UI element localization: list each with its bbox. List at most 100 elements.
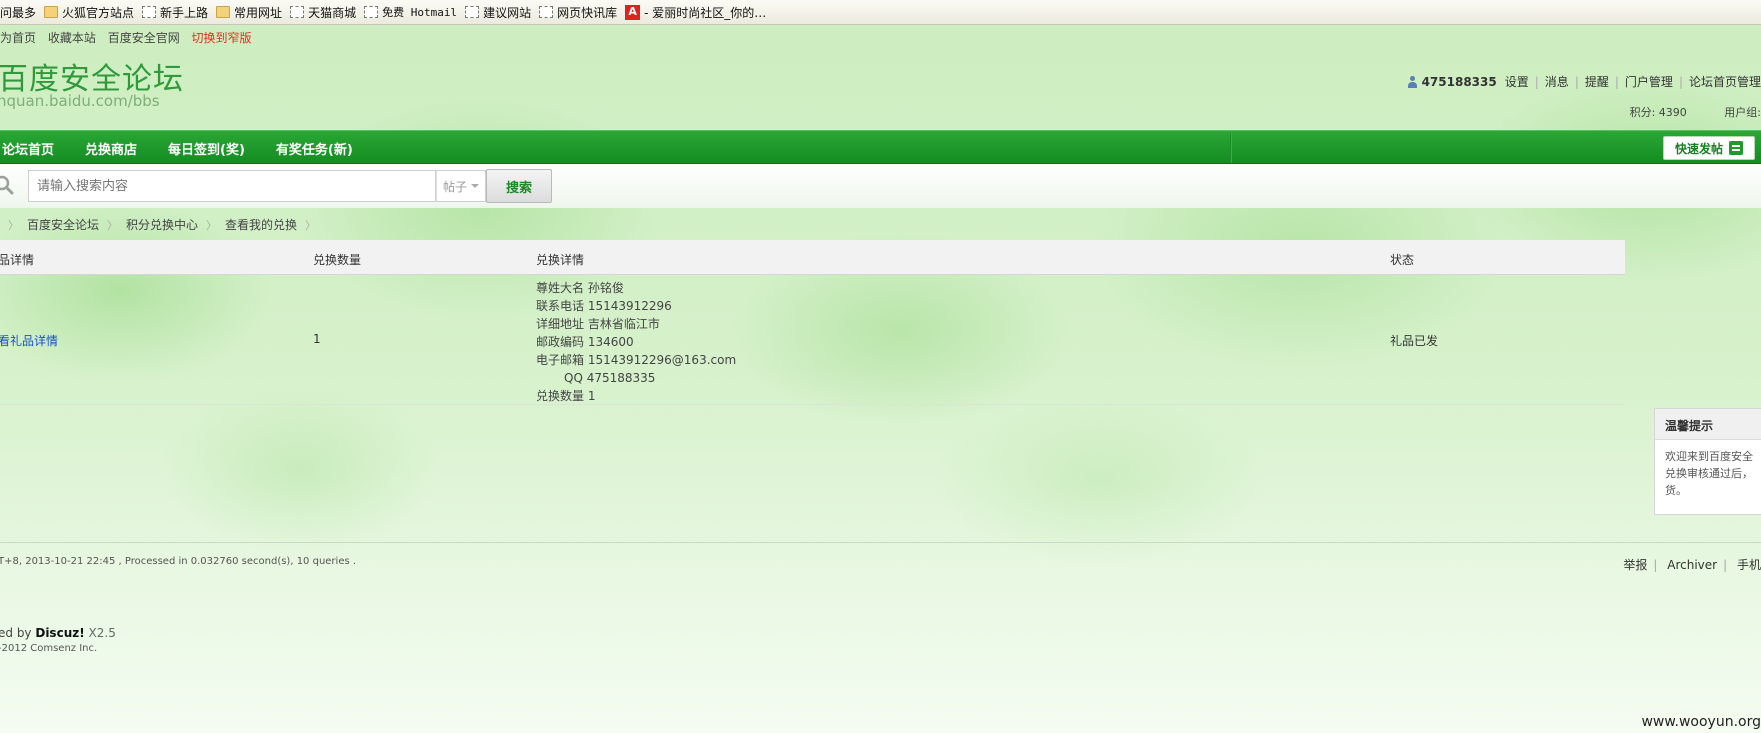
bookmark-item[interactable]: 新手上路: [142, 4, 208, 21]
user-credits: 积分: 4390 用户组:: [1596, 104, 1761, 120]
bookmark-label: 常用网址: [234, 5, 283, 20]
main-nav: 论坛首页 兑换商店 每日签到(奖) 有奖任务(新) 快速发帖: [0, 130, 1761, 164]
switch-skin-link[interactable]: 切换到窄版: [192, 31, 252, 45]
detail-line: 兑换数量 1: [536, 389, 596, 403]
nav-daily-checkin[interactable]: 每日签到(奖): [168, 139, 245, 158]
page-icon: [290, 6, 305, 18]
portal-admin-link[interactable]: 门户管理: [1625, 73, 1673, 90]
bookmark-item[interactable]: 问最多: [0, 4, 36, 21]
tip-box: 温馨提示 欢迎来到百度安全 兑换审核通过后， 货。: [1654, 408, 1761, 515]
tip-line: 兑换审核通过后，: [1665, 467, 1753, 480]
bookmark-label: 问最多: [0, 5, 37, 20]
bookmark-item[interactable]: 天猫商城: [290, 4, 356, 21]
user-icon: [1407, 75, 1418, 88]
page-icon: [539, 6, 554, 18]
bookmark-label: 新手上路: [160, 5, 209, 20]
mobile-link[interactable]: 手机: [1737, 558, 1761, 572]
bookmark-label: - 爱丽时尚社区_你的…: [644, 5, 767, 20]
bookmark-item[interactable]: 火狐官方站点: [44, 4, 134, 21]
a-icon: A: [625, 4, 641, 20]
breadcrumb-forum[interactable]: 百度安全论坛: [27, 216, 99, 233]
page-icon: [465, 6, 480, 18]
bookmark-label: 天猫商城: [308, 5, 357, 20]
bookmark-label: 建议网站: [483, 5, 532, 20]
bookmark-item[interactable]: 免费 Hotmail: [364, 4, 457, 20]
search-input[interactable]: [28, 170, 436, 202]
tip-line: 欢迎来到百度安全: [1665, 450, 1753, 463]
search-button[interactable]: 搜索: [486, 169, 552, 203]
bookmark-item[interactable]: A- 爱丽时尚社区_你的…: [625, 4, 766, 21]
search-type-select[interactable]: 帖子: [436, 170, 486, 202]
exchange-detail-cell: 尊姓大名 孙铭俊 联系电话 15143912296 详细地址 吉林省临江市 邮政…: [536, 279, 736, 405]
nav-divider: [1230, 133, 1232, 163]
table-row: 看礼品详情 1 尊姓大名 孙铭俊 联系电话 15143912296 详细地址 吉…: [0, 275, 1625, 405]
credits-link[interactable]: 积分: 4390: [1630, 106, 1687, 119]
detail-line: 详细地址 吉林省临江市: [536, 317, 660, 331]
bookmark-item[interactable]: 常用网址: [216, 4, 282, 21]
breadcrumb-exchange-center[interactable]: 积分兑换中心: [126, 216, 198, 233]
copyright: -2012 Comsenz Inc.: [0, 643, 98, 654]
footer-links: 举报 | Archiver | 手机: [1623, 558, 1761, 572]
tip-title: 温馨提示: [1655, 409, 1761, 440]
page-icon: [142, 6, 157, 18]
breadcrumb-separator-icon: 〉: [8, 218, 19, 232]
view-gift-detail-link[interactable]: 看礼品详情: [0, 332, 58, 349]
footer-processed-info: T+8, 2013-10-21 22:45 , Processed in 0.0…: [0, 556, 357, 567]
report-link[interactable]: 举报: [1623, 558, 1647, 572]
settings-link[interactable]: 设置: [1505, 73, 1529, 90]
bookmark-label: 火狐官方站点: [62, 5, 135, 20]
bookmark-item[interactable]: 建议网站: [465, 4, 531, 21]
breadcrumb-separator-icon: 〉: [206, 218, 218, 232]
user-group-label: 用户组:: [1724, 106, 1761, 119]
header-status: 状态: [1390, 253, 1415, 267]
powered-by: ed by Discuz! X2.5: [0, 626, 116, 640]
top-links: 为首页 收藏本站 百度安全官网 切换到窄版: [0, 29, 260, 46]
detail-line: 尊姓大名 孙铭俊: [536, 281, 624, 295]
post-icon: [1729, 141, 1743, 155]
messages-link[interactable]: 消息: [1545, 73, 1569, 90]
official-site-link[interactable]: 百度安全官网: [108, 31, 180, 45]
search-icon: [0, 175, 14, 195]
status-cell: 礼品已发: [1390, 334, 1439, 348]
breadcrumb-separator-icon: 〉: [305, 218, 317, 232]
tip-line: 货。: [1665, 484, 1687, 497]
bookmark-item[interactable]: 网页快讯库: [539, 4, 617, 21]
detail-line: 邮政编码 134600: [536, 335, 634, 349]
watermark: www.wooyun.org: [1641, 714, 1761, 730]
search-bar: 帖子 搜索: [0, 164, 1761, 208]
header-gift-detail: 品详情: [0, 253, 35, 267]
powered-prefix: ed by: [0, 626, 36, 640]
folder-icon: [44, 6, 59, 18]
table-header: 品详情 兑换数量 兑换详情 状态: [0, 240, 1625, 275]
discuz-version: X2.5: [84, 626, 116, 640]
bookmark-site-link[interactable]: 收藏本站: [48, 31, 96, 45]
quick-post-label: 快速发帖: [1674, 141, 1723, 156]
nav-reward-tasks[interactable]: 有奖任务(新): [276, 139, 353, 158]
set-home-link[interactable]: 为首页: [0, 31, 36, 45]
search-type-label: 帖子: [442, 179, 467, 194]
discuz-link[interactable]: Discuz!: [35, 626, 84, 640]
detail-line: 联系电话 15143912296: [536, 299, 672, 313]
detail-line: QQ 475188335: [564, 371, 656, 385]
forum-admin-link[interactable]: 论坛首页管理: [1689, 73, 1761, 90]
quantity-cell: 1: [313, 332, 321, 346]
header-exchange-detail: 兑换详情: [536, 253, 585, 267]
tip-body: 欢迎来到百度安全 兑换审核通过后， 货。: [1655, 440, 1761, 499]
breadcrumb-my-exchange[interactable]: 查看我的兑换: [225, 216, 297, 233]
chevron-down-icon: [471, 184, 479, 188]
nav-forum-home[interactable]: 论坛首页: [2, 139, 54, 158]
detail-line: 电子邮箱 15143912296@163.com: [536, 353, 737, 367]
bookmark-label: 免费 Hotmail: [382, 6, 458, 19]
folder-icon: [216, 6, 231, 18]
site-logo-url: nquan.baidu.com/bbs: [0, 92, 160, 110]
username-link[interactable]: 475188335: [1422, 75, 1497, 89]
breadcrumb-separator-icon: 〉: [107, 218, 119, 232]
nav-exchange-store[interactable]: 兑换商店: [85, 139, 137, 158]
archiver-link[interactable]: Archiver: [1667, 558, 1717, 572]
notices-link[interactable]: 提醒: [1585, 73, 1609, 90]
header-quantity: 兑换数量: [313, 253, 362, 267]
bookmarks-bar: 问最多 火狐官方站点 新手上路 常用网址 天猫商城 免费 Hotmail 建议网…: [0, 0, 1761, 25]
user-bar: 475188335 设置 | 消息 | 提醒 | 门户管理 | 论坛首页管理: [1407, 73, 1761, 90]
footer-divider: [0, 542, 1761, 543]
quick-post-button[interactable]: 快速发帖: [1663, 136, 1755, 160]
